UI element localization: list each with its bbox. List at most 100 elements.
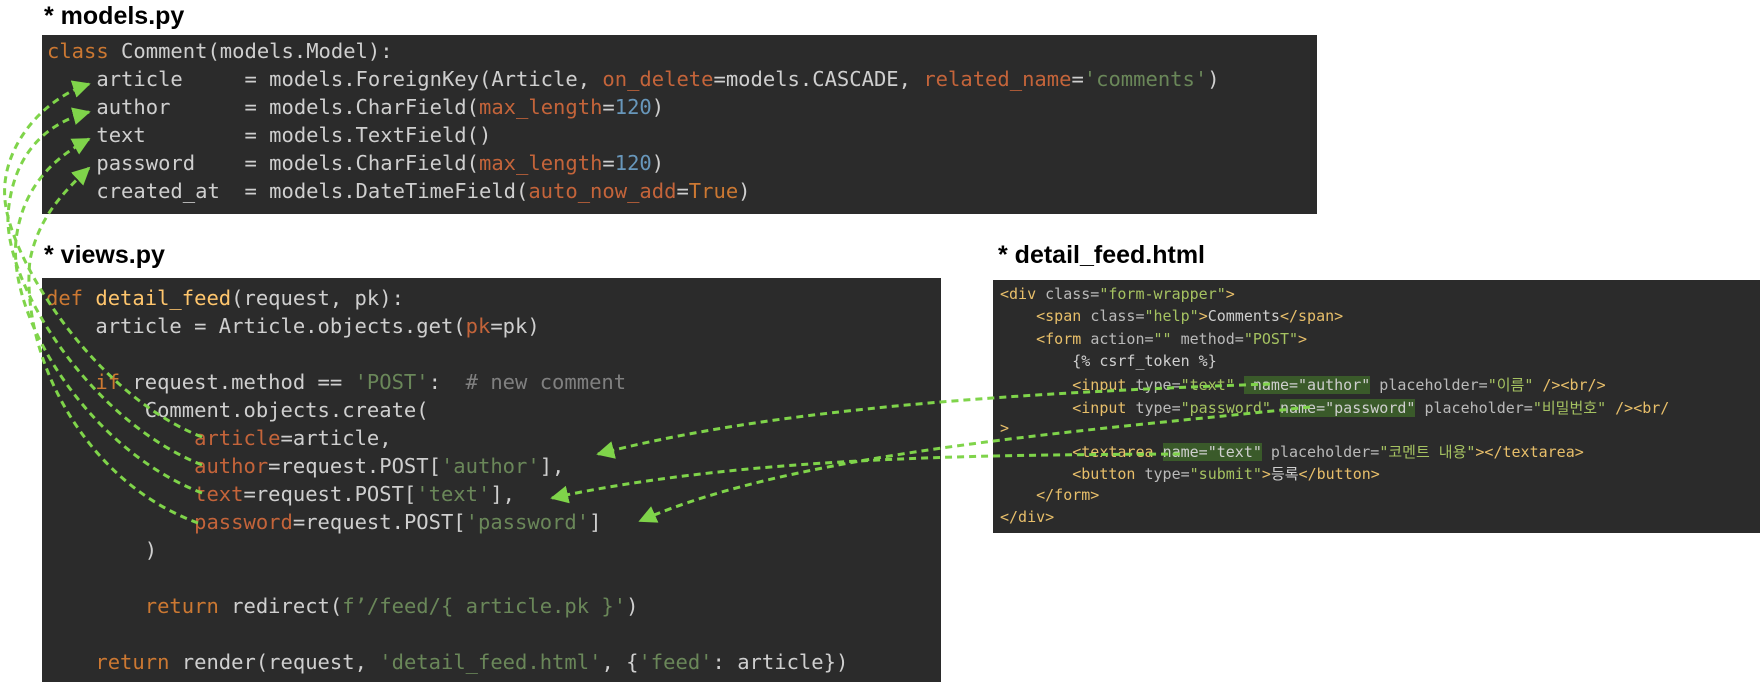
views-code-token xyxy=(46,510,194,534)
html-code-token: </form> xyxy=(1000,485,1100,504)
views-code-token: Comment.objects.create( xyxy=(46,398,429,422)
html-code-line: <input type="text" name="author" placeho… xyxy=(1000,374,1606,395)
html-code-token xyxy=(1235,376,1244,394)
html-code-token: "비밀번호" xyxy=(1532,398,1607,417)
html-code-token: </button> xyxy=(1298,465,1380,484)
models-code-token: ) xyxy=(738,179,751,203)
models-code-token: created_at = models.DateTimeField( xyxy=(47,179,529,203)
views-code-token: =article, xyxy=(280,426,392,450)
html-code-token xyxy=(1271,399,1280,417)
html-code-token: type= xyxy=(1135,376,1181,395)
views-code-token: , { xyxy=(601,650,639,674)
html-code-token: > xyxy=(1198,307,1208,326)
views-code-token xyxy=(46,426,194,450)
html-code-token: "코멘트 내용" xyxy=(1379,443,1476,462)
models-code-token: = xyxy=(602,151,615,175)
views-code-token: if xyxy=(95,370,121,394)
views-code-line: article = Article.objects.get(pk=pk) xyxy=(46,314,539,338)
models-code-token: ) xyxy=(1207,67,1220,91)
views-code-token: article = Article.objects.get( xyxy=(46,314,466,338)
html-title: * detail_feed.html xyxy=(998,241,1205,269)
views-code-token: (request, pk): xyxy=(231,286,404,310)
html-code-line: <textarea name="text" placeholder="코멘트 내… xyxy=(1000,441,1584,462)
models-code-token: = xyxy=(602,95,615,119)
models-code-token: max_length xyxy=(478,95,603,119)
html-code-line: {% csrf_token %} xyxy=(1000,352,1217,370)
models-code-token: on_delete xyxy=(602,67,714,91)
views-code-token: =request.POST[ xyxy=(268,454,441,478)
views-code-token: 'author' xyxy=(440,454,540,478)
models-code-line: text = models.TextField() xyxy=(47,123,491,147)
views-code-line: if request.method == 'POST': # new comme… xyxy=(46,370,626,394)
models-code-token: password = models.CharField( xyxy=(47,151,479,175)
html-code-token: "password" xyxy=(1180,398,1271,417)
views-code-token: pk xyxy=(465,314,491,338)
views-code-token xyxy=(46,650,95,674)
html-code-token: <input xyxy=(1000,398,1136,417)
models-code-token: auto_now_add xyxy=(528,179,677,203)
views-code-token: request.method == xyxy=(120,370,355,394)
models-code-token: class xyxy=(47,39,109,63)
html-code-line: </form> xyxy=(1000,486,1099,504)
views-code-token: =request.POST[ xyxy=(243,482,417,506)
views-code-line: Comment.objects.create( xyxy=(46,398,429,422)
models-code-token: article = models.ForeignKey(Article, xyxy=(47,67,603,91)
views-code-line: text=request.POST['text'], xyxy=(46,482,515,506)
views-code-line: password=request.POST['password'] xyxy=(46,510,601,534)
views-code-token: password xyxy=(194,510,293,534)
models-code-token: related_name xyxy=(923,67,1072,91)
html-code-line: <form action="" method="POST"> xyxy=(1000,330,1307,348)
html-code-token: /><br/> xyxy=(1533,376,1606,395)
views-code-token: 'detail_feed.html' xyxy=(379,650,602,674)
html-code-token: > xyxy=(1298,329,1308,348)
html-code-token: /><br/ xyxy=(1606,398,1670,417)
html-code-token: </span> xyxy=(1279,307,1344,326)
html-code-token: class= xyxy=(1090,307,1145,326)
views-code-token: ) xyxy=(46,538,158,562)
views-code-token xyxy=(46,454,194,478)
models-code-token: = xyxy=(1071,67,1084,91)
html-code-line: <input type="password" name="password" p… xyxy=(1000,397,1669,418)
views-code-token: redirect( xyxy=(218,594,343,618)
models-code-token: ) xyxy=(651,95,665,119)
views-code-token: 'POST' xyxy=(354,370,429,394)
views-code-line: def detail_feed(request, pk): xyxy=(46,286,404,310)
html-code-token: "text" xyxy=(1180,376,1235,395)
views-code-token: return xyxy=(144,594,219,618)
views-code-line: article=article, xyxy=(46,426,392,450)
models-code-line: password = models.CharField(max_length=1… xyxy=(47,151,664,175)
html-code-token: <span xyxy=(1000,307,1091,326)
views-code-token: ) xyxy=(626,594,639,618)
html-code-token: <button xyxy=(1000,465,1145,484)
views-code-token: return xyxy=(95,650,170,674)
html-code-line: <button type="submit">등록</button> xyxy=(1000,463,1380,484)
views-code-token: 'feed' xyxy=(638,650,713,674)
views-code-token: ], xyxy=(490,482,516,506)
views-code-panel: def detail_feed(request, pk): article = … xyxy=(42,278,941,682)
models-code-token: = xyxy=(676,179,689,203)
views-code-token: : article}) xyxy=(712,650,849,674)
html-code-token: placeholder= xyxy=(1415,398,1533,417)
views-code-token: ], xyxy=(539,454,565,478)
html-code-token: <textarea xyxy=(1000,443,1163,462)
html-code-token: "이름" xyxy=(1487,376,1534,395)
views-code-token xyxy=(46,594,145,618)
models-code-token: ) xyxy=(651,151,665,175)
html-code-token: > xyxy=(1000,418,1010,437)
views-code-token xyxy=(46,482,194,506)
html-code-token: "" xyxy=(1153,329,1172,348)
html-code-line: <span class="help">Comments</span> xyxy=(1000,307,1343,325)
models-title: * models.py xyxy=(44,2,185,30)
models-code-line: author = models.CharField(max_length=120… xyxy=(47,95,664,119)
views-code-line: author=request.POST['author'], xyxy=(46,454,564,478)
models-code-token: 120 xyxy=(614,151,652,175)
html-code-token: class= xyxy=(1045,285,1100,303)
views-title: * views.py xyxy=(44,241,165,269)
html-code-panel: <div class="form-wrapper"> <span class="… xyxy=(993,280,1760,533)
html-code-token: name="password" xyxy=(1279,398,1416,417)
views-code-token xyxy=(46,370,95,394)
html-code-token: ></textarea> xyxy=(1475,443,1584,462)
views-code-token: render(request, xyxy=(169,650,380,674)
models-code-token: author = models.CharField( xyxy=(47,95,479,119)
html-code-token: type= xyxy=(1144,465,1190,484)
